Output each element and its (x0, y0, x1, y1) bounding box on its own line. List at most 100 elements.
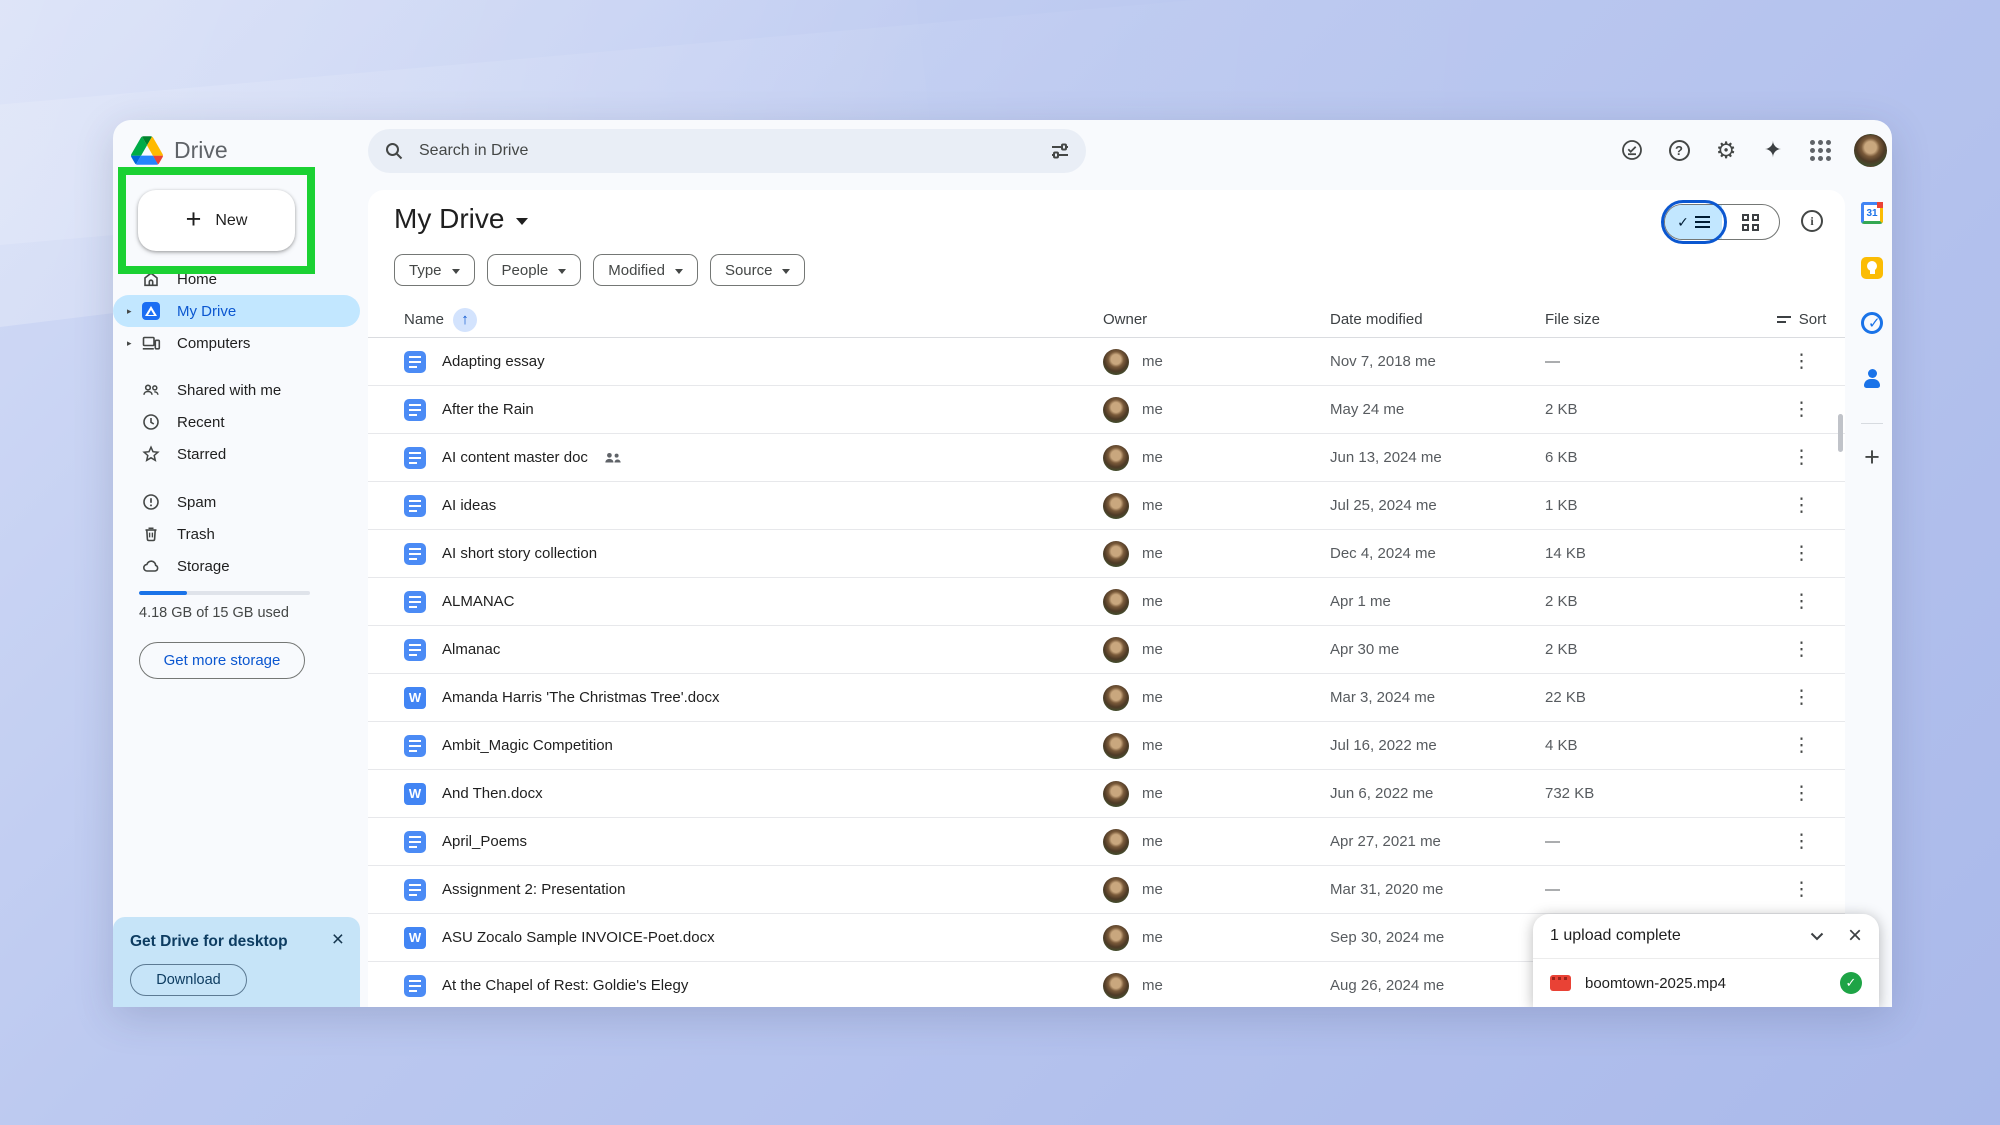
offline-status-icon[interactable] (1619, 137, 1645, 163)
owner-avatar (1103, 589, 1129, 615)
row-menu-icon[interactable]: ⋮ (1792, 878, 1811, 901)
calendar-icon[interactable]: 31 (1861, 202, 1883, 224)
row-menu-icon[interactable]: ⋮ (1792, 638, 1811, 661)
gemini-icon[interactable]: ✦ (1760, 137, 1786, 163)
file-name: And Then.docx (442, 785, 543, 802)
file-size: — (1545, 881, 1758, 898)
column-name[interactable]: Name ↑ (404, 308, 1103, 332)
sidebar-item-shared-with-me[interactable]: Shared with me (113, 374, 360, 406)
sidebar-item-home[interactable]: Home (113, 263, 360, 295)
date-modified: Aug 26, 2024 me (1330, 977, 1545, 994)
expand-caret-icon[interactable]: ▸ (127, 338, 141, 349)
uploaded-file-row[interactable]: boomtown-2025.mp4 ✓ (1533, 959, 1879, 1007)
owner-label: me (1142, 929, 1163, 946)
my-drive-title-dropdown[interactable]: My Drive (394, 203, 528, 235)
settings-icon[interactable]: ⚙ (1713, 137, 1739, 163)
table-row[interactable]: After the RainmeMay 24 me2 KB⋮ (368, 386, 1845, 434)
table-header: Name ↑ Owner Date modified File size Sor… (368, 302, 1845, 338)
file-size: 732 KB (1545, 785, 1758, 802)
table-row[interactable]: Ambit_Magic CompetitionmeJul 16, 2022 me… (368, 722, 1845, 770)
row-menu-icon[interactable]: ⋮ (1792, 542, 1811, 565)
new-button[interactable]: + New (138, 190, 295, 251)
view-toggle: ✓ (1664, 204, 1780, 240)
gdoc-file-icon (404, 639, 426, 661)
table-row[interactable]: AI ideasmeJul 25, 2024 me1 KB⋮ (368, 482, 1845, 530)
file-name: Almanac (442, 641, 500, 658)
drive-logo[interactable]: Drive (131, 120, 228, 180)
table-row[interactable]: April_PoemsmeApr 27, 2021 me—⋮ (368, 818, 1845, 866)
sidebar-item-label: Computers (177, 335, 250, 352)
row-menu-icon[interactable]: ⋮ (1792, 446, 1811, 469)
details-info-icon[interactable]: i (1801, 210, 1823, 232)
search-input[interactable]: Search in Drive (368, 129, 1086, 173)
new-button-label: New (215, 212, 247, 230)
table-row[interactable]: Assignment 2: PresentationmeMar 31, 2020… (368, 866, 1845, 914)
file-size: 2 KB (1545, 593, 1758, 610)
owner-label: me (1142, 833, 1163, 850)
apps-grid-icon[interactable] (1807, 137, 1833, 163)
gdoc-file-icon (404, 399, 426, 421)
account-avatar[interactable] (1854, 134, 1887, 167)
file-name: At the Chapel of Rest: Goldie's Elegy (442, 977, 688, 994)
get-add-ons-icon[interactable]: + (1864, 442, 1880, 473)
file-name-cell: AI content master doc (404, 447, 1103, 469)
table-row[interactable]: Adapting essaymeNov 7, 2018 me—⋮ (368, 338, 1845, 386)
row-menu-icon[interactable]: ⋮ (1792, 398, 1811, 421)
filter-chip-type[interactable]: Type (394, 254, 475, 286)
table-row[interactable]: AlmanacmeApr 30 me2 KB⋮ (368, 626, 1845, 674)
sidebar-item-my-drive[interactable]: ▸ My Drive (113, 295, 360, 327)
sidebar-item-storage[interactable]: Storage (113, 550, 360, 582)
sort-ascending-icon[interactable]: ↑ (453, 308, 477, 332)
filter-chip-source[interactable]: Source (710, 254, 806, 286)
table-row[interactable]: ALMANACmeApr 1 me2 KB⋮ (368, 578, 1845, 626)
download-button[interactable]: Download (130, 964, 247, 996)
help-icon[interactable]: ? (1666, 137, 1692, 163)
date-modified: Nov 7, 2018 me (1330, 353, 1545, 370)
page-title: My Drive (394, 203, 504, 235)
sidebar-item-computers[interactable]: ▸ Computers (113, 327, 360, 359)
filter-chip-modified[interactable]: Modified (593, 254, 698, 286)
table-row[interactable]: WAmanda Harris 'The Christmas Tree'.docx… (368, 674, 1845, 722)
date-modified: Mar 3, 2024 me (1330, 689, 1545, 706)
expand-caret-icon[interactable]: ▸ (127, 306, 141, 317)
file-name-cell: WAnd Then.docx (404, 783, 1103, 805)
file-name-cell: Ambit_Magic Competition (404, 735, 1103, 757)
row-menu-icon[interactable]: ⋮ (1792, 734, 1811, 757)
sidebar-item-label: Spam (177, 494, 216, 511)
search-filters-icon[interactable] (1050, 141, 1070, 161)
scrollbar-thumb[interactable] (1838, 414, 1843, 452)
sidebar-item-trash[interactable]: Trash (113, 518, 360, 550)
grid-view-button[interactable] (1722, 205, 1779, 239)
column-date-modified[interactable]: Date modified (1330, 311, 1545, 328)
owner-avatar (1103, 829, 1129, 855)
sort-button[interactable]: Sort (1777, 311, 1827, 328)
collapse-chevron-icon[interactable] (1810, 932, 1824, 941)
row-menu-icon[interactable]: ⋮ (1792, 350, 1811, 373)
file-name-cell: Adapting essay (404, 351, 1103, 373)
table-row[interactable]: AI short story collectionmeDec 4, 2024 m… (368, 530, 1845, 578)
get-more-storage-button[interactable]: Get more storage (139, 642, 305, 679)
list-view-button[interactable]: ✓ (1665, 205, 1722, 239)
sidebar-item-recent[interactable]: Recent (113, 406, 360, 438)
filter-chip-people[interactable]: People (487, 254, 582, 286)
keep-icon[interactable] (1861, 257, 1883, 279)
contacts-icon[interactable] (1861, 367, 1883, 389)
tasks-icon[interactable] (1861, 312, 1883, 334)
promo-title: Get Drive for desktop (130, 933, 346, 951)
table-row[interactable]: WAnd Then.docxmeJun 6, 2022 me732 KB⋮ (368, 770, 1845, 818)
table-row[interactable]: AI content master docmeJun 13, 2024 me6 … (368, 434, 1845, 482)
sidebar-item-spam[interactable]: Spam (113, 486, 360, 518)
file-size: 2 KB (1545, 641, 1758, 658)
column-file-size[interactable]: File size (1545, 311, 1758, 328)
file-size: — (1545, 833, 1758, 850)
column-owner[interactable]: Owner (1103, 311, 1330, 328)
drive-logo-icon (131, 136, 163, 165)
row-menu-icon[interactable]: ⋮ (1792, 590, 1811, 613)
promo-close-icon[interactable]: × (332, 929, 344, 950)
row-menu-icon[interactable]: ⋮ (1792, 782, 1811, 805)
toast-close-icon[interactable]: × (1848, 924, 1862, 948)
sidebar-item-starred[interactable]: Starred (113, 438, 360, 470)
row-menu-icon[interactable]: ⋮ (1792, 494, 1811, 517)
row-menu-icon[interactable]: ⋮ (1792, 830, 1811, 853)
row-menu-icon[interactable]: ⋮ (1792, 686, 1811, 709)
